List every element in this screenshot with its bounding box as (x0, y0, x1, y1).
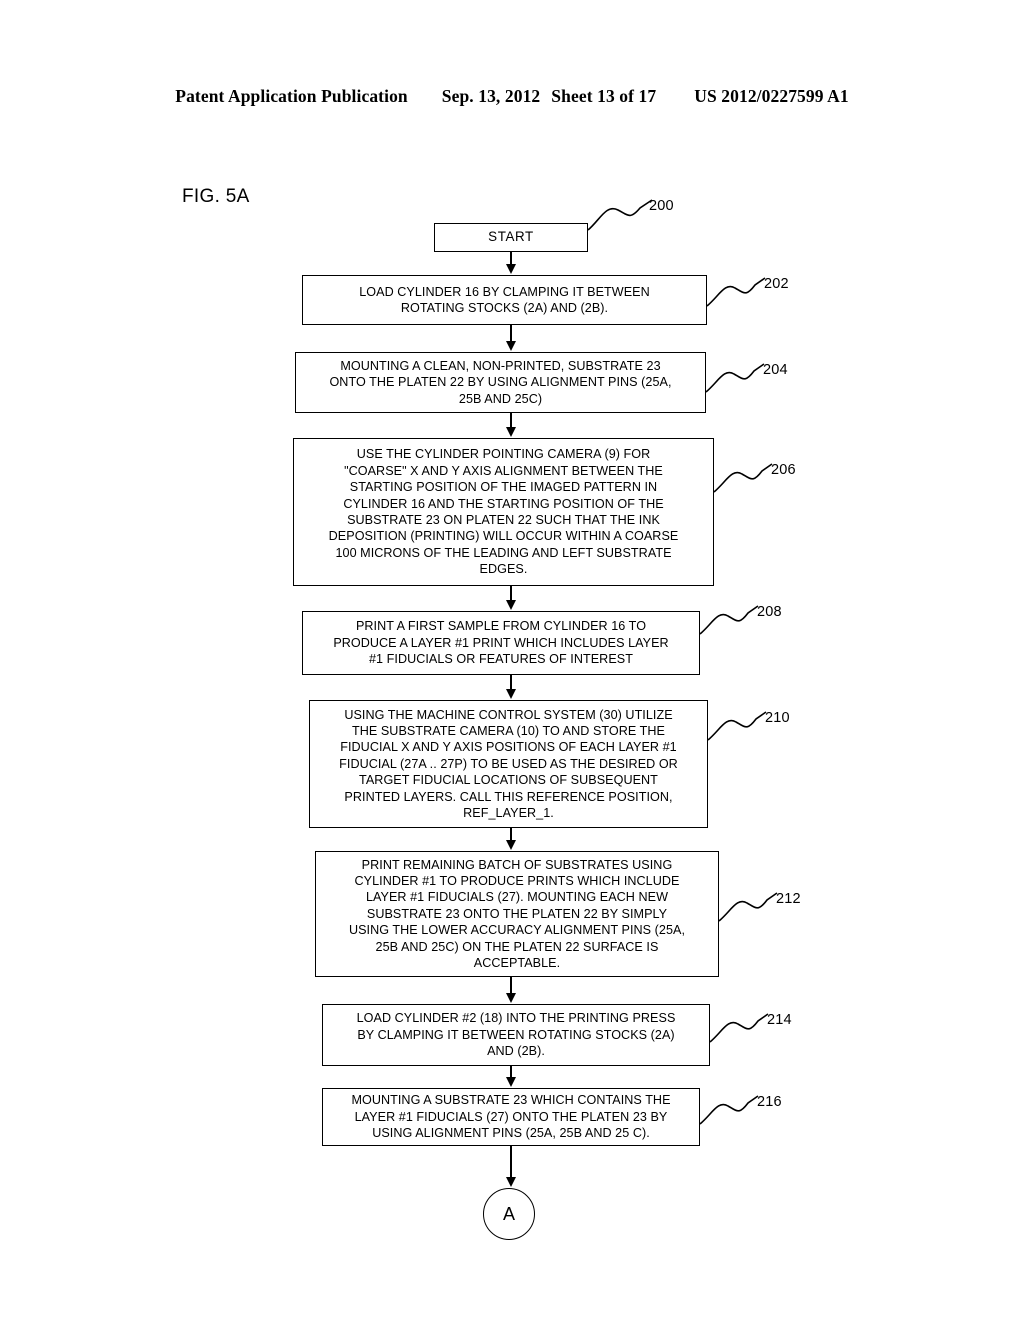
flowchart-node-start: START (434, 223, 588, 252)
page-header: Patent Application Publication Sep. 13, … (0, 86, 1024, 107)
leader-line-208 (699, 605, 759, 635)
flowchart-node-step-210: USING THE MACHINE CONTROL SYSTEM (30) UT… (309, 700, 708, 828)
leader-line-202 (706, 277, 766, 307)
reference-numeral-208: 208 (757, 604, 782, 620)
leader-line-204 (705, 363, 765, 393)
flowchart-node-step-212: PRINT REMAINING BATCH OF SUBSTRATES USIN… (315, 851, 719, 977)
leader-line-210 (707, 711, 767, 741)
arrow-start-to-202 (510, 252, 512, 265)
flowchart-connector-a: A (483, 1188, 535, 1240)
arrow-214-to-216 (510, 1066, 512, 1078)
arrow-212-to-214 (510, 977, 512, 994)
arrow-216-to-connector (510, 1146, 512, 1178)
leader-line-214 (709, 1013, 769, 1043)
reference-numeral-206: 206 (771, 462, 796, 478)
header-sheet-number: Sheet 13 of 17 (551, 86, 657, 106)
reference-numeral-212: 212 (776, 891, 801, 907)
arrow-206-to-208 (510, 586, 512, 601)
leader-line-212 (718, 892, 778, 922)
flowchart-node-step-204: MOUNTING A CLEAN, NON-PRINTED, SUBSTRATE… (295, 352, 706, 413)
leader-line-216 (699, 1095, 759, 1125)
reference-numeral-210: 210 (765, 710, 790, 726)
header-date: Sep. 13, 2012 (441, 86, 541, 106)
reference-numeral-200: 200 (649, 198, 674, 214)
flowchart-node-step-214: LOAD CYLINDER #2 (18) INTO THE PRINTING … (322, 1004, 710, 1066)
leader-line-206 (713, 463, 773, 493)
reference-numeral-214: 214 (767, 1012, 792, 1028)
leader-line-200 (587, 199, 653, 231)
arrow-204-to-206 (510, 413, 512, 428)
flowchart-node-step-216: MOUNTING A SUBSTRATE 23 WHICH CONTAINS T… (322, 1088, 700, 1146)
reference-numeral-202: 202 (764, 276, 789, 292)
flowchart-node-step-202: LOAD CYLINDER 16 BY CLAMPING IT BETWEEN … (302, 275, 707, 325)
arrow-208-to-210 (510, 675, 512, 690)
header-patent-number: US 2012/0227599 A1 (694, 86, 849, 106)
flowchart-node-step-206: USE THE CYLINDER POINTING CAMERA (9) FOR… (293, 438, 714, 586)
arrow-210-to-212 (510, 828, 512, 841)
flowchart-node-step-208: PRINT A FIRST SAMPLE FROM CYLINDER 16 TO… (302, 611, 700, 675)
header-publication-title: Patent Application Publication (175, 86, 408, 106)
reference-numeral-204: 204 (763, 362, 788, 378)
figure-label: FIG. 5A (182, 186, 250, 207)
arrow-202-to-204 (510, 325, 512, 342)
reference-numeral-216: 216 (757, 1094, 782, 1110)
